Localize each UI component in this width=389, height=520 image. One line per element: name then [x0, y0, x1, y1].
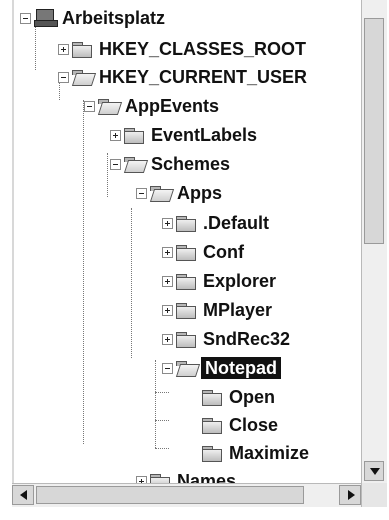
tree-node-label: Conf	[203, 242, 244, 262]
tree-node-label: Explorer	[203, 271, 277, 291]
scroll-right-icon[interactable]	[339, 485, 361, 505]
tree-node-mplayer[interactable]: MPlayer	[162, 297, 274, 323]
computer-icon	[34, 9, 58, 27]
tree-node-close[interactable]: Close	[188, 412, 280, 438]
folder-open-icon	[150, 185, 170, 201]
folder-open-icon	[98, 98, 118, 114]
tree-node-label: Close	[229, 415, 279, 435]
folder-open-icon	[72, 69, 92, 85]
expand-icon[interactable]	[162, 333, 173, 345]
expand-icon[interactable]	[136, 475, 147, 483]
tree-connector	[155, 392, 169, 393]
folder-icon	[202, 417, 222, 434]
folder-open-icon	[124, 156, 144, 172]
collapse-icon[interactable]	[136, 187, 147, 199]
tree-node-label: Names	[177, 471, 237, 483]
folder-icon	[176, 331, 196, 348]
collapse-icon[interactable]	[84, 100, 95, 112]
registry-tree: Arbeitsplatz HKEY_CLASSES_ROOT HKEY_CURR…	[14, 0, 363, 483]
folder-icon	[176, 302, 196, 319]
tree-node-label: SndRec32	[203, 329, 291, 349]
expand-icon[interactable]	[162, 246, 173, 258]
collapse-icon[interactable]	[162, 362, 173, 374]
collapse-icon[interactable]	[110, 158, 121, 170]
tree-node-names[interactable]: Names	[136, 468, 238, 483]
tree-node-sndrec32[interactable]: SndRec32	[162, 326, 292, 352]
tree-node-label: Maximize	[229, 443, 310, 463]
tree-node-label: HKEY_CLASSES_ROOT	[99, 39, 307, 59]
tree-node-explorer[interactable]: Explorer	[162, 268, 278, 294]
tree-node-hkey-classes-root[interactable]: HKEY_CLASSES_ROOT	[58, 36, 308, 62]
expand-icon[interactable]	[162, 275, 173, 287]
tree-node-label: Open	[229, 387, 276, 407]
tree-node-label: Schemes	[151, 154, 231, 174]
tree-node-open[interactable]: Open	[188, 384, 277, 410]
expand-icon[interactable]	[58, 43, 69, 55]
tree-node-default[interactable]: .Default	[162, 210, 271, 236]
tree-connector	[155, 360, 156, 448]
tree-node-apps[interactable]: Apps	[136, 180, 224, 206]
tree-connector	[131, 208, 132, 358]
folder-icon	[150, 473, 170, 483]
registry-tree-window: Arbeitsplatz HKEY_CLASSES_ROOT HKEY_CURR…	[0, 0, 389, 520]
tree-node-label: Apps	[177, 183, 222, 203]
registry-tree-panel: Arbeitsplatz HKEY_CLASSES_ROOT HKEY_CURR…	[12, 0, 363, 483]
tree-node-notepad[interactable]: Notepad	[162, 355, 281, 381]
folder-icon	[202, 389, 222, 406]
tree-node-label: Notepad	[201, 357, 281, 379]
collapse-icon[interactable]	[20, 12, 31, 24]
tree-connector	[155, 420, 169, 421]
folder-icon	[124, 127, 144, 144]
folder-icon	[202, 445, 222, 462]
tree-node-hkey-current-user[interactable]: HKEY_CURRENT_USER	[58, 64, 309, 90]
tree-node-label: EventLabels	[151, 125, 258, 145]
folder-icon	[176, 273, 196, 290]
tree-node-label: .Default	[203, 213, 270, 233]
tree-node-label: HKEY_CURRENT_USER	[99, 67, 308, 87]
folder-open-icon	[176, 360, 196, 376]
horizontal-scrollbar[interactable]	[12, 483, 361, 507]
vertical-scroll-thumb[interactable]	[364, 18, 384, 244]
expand-icon[interactable]	[162, 217, 173, 229]
vertical-scrollbar[interactable]	[361, 0, 387, 483]
tree-connector	[155, 448, 169, 449]
tree-node-label: Arbeitsplatz	[62, 8, 166, 28]
expand-icon[interactable]	[110, 129, 121, 141]
collapse-icon[interactable]	[58, 71, 69, 83]
tree-connector	[35, 26, 36, 70]
horizontal-scroll-thumb[interactable]	[36, 486, 304, 504]
scrollbar-corner	[361, 483, 387, 507]
expand-icon[interactable]	[162, 304, 173, 316]
tree-node-label: MPlayer	[203, 300, 273, 320]
tree-node-eventlabels[interactable]: EventLabels	[110, 122, 259, 148]
folder-icon	[72, 41, 92, 58]
folder-icon	[176, 215, 196, 232]
tree-node-arbeitsplatz[interactable]: Arbeitsplatz	[20, 5, 167, 31]
tree-node-maximize[interactable]: Maximize	[188, 440, 311, 466]
folder-icon	[176, 244, 196, 261]
tree-node-label: AppEvents	[125, 96, 220, 116]
tree-node-conf[interactable]: Conf	[162, 239, 246, 265]
tree-node-appevents[interactable]: AppEvents	[84, 93, 221, 119]
scroll-left-icon[interactable]	[12, 485, 34, 505]
tree-connector	[107, 153, 108, 197]
tree-node-schemes[interactable]: Schemes	[110, 151, 232, 177]
scroll-down-icon[interactable]	[364, 461, 384, 481]
tree-connector	[83, 100, 84, 444]
